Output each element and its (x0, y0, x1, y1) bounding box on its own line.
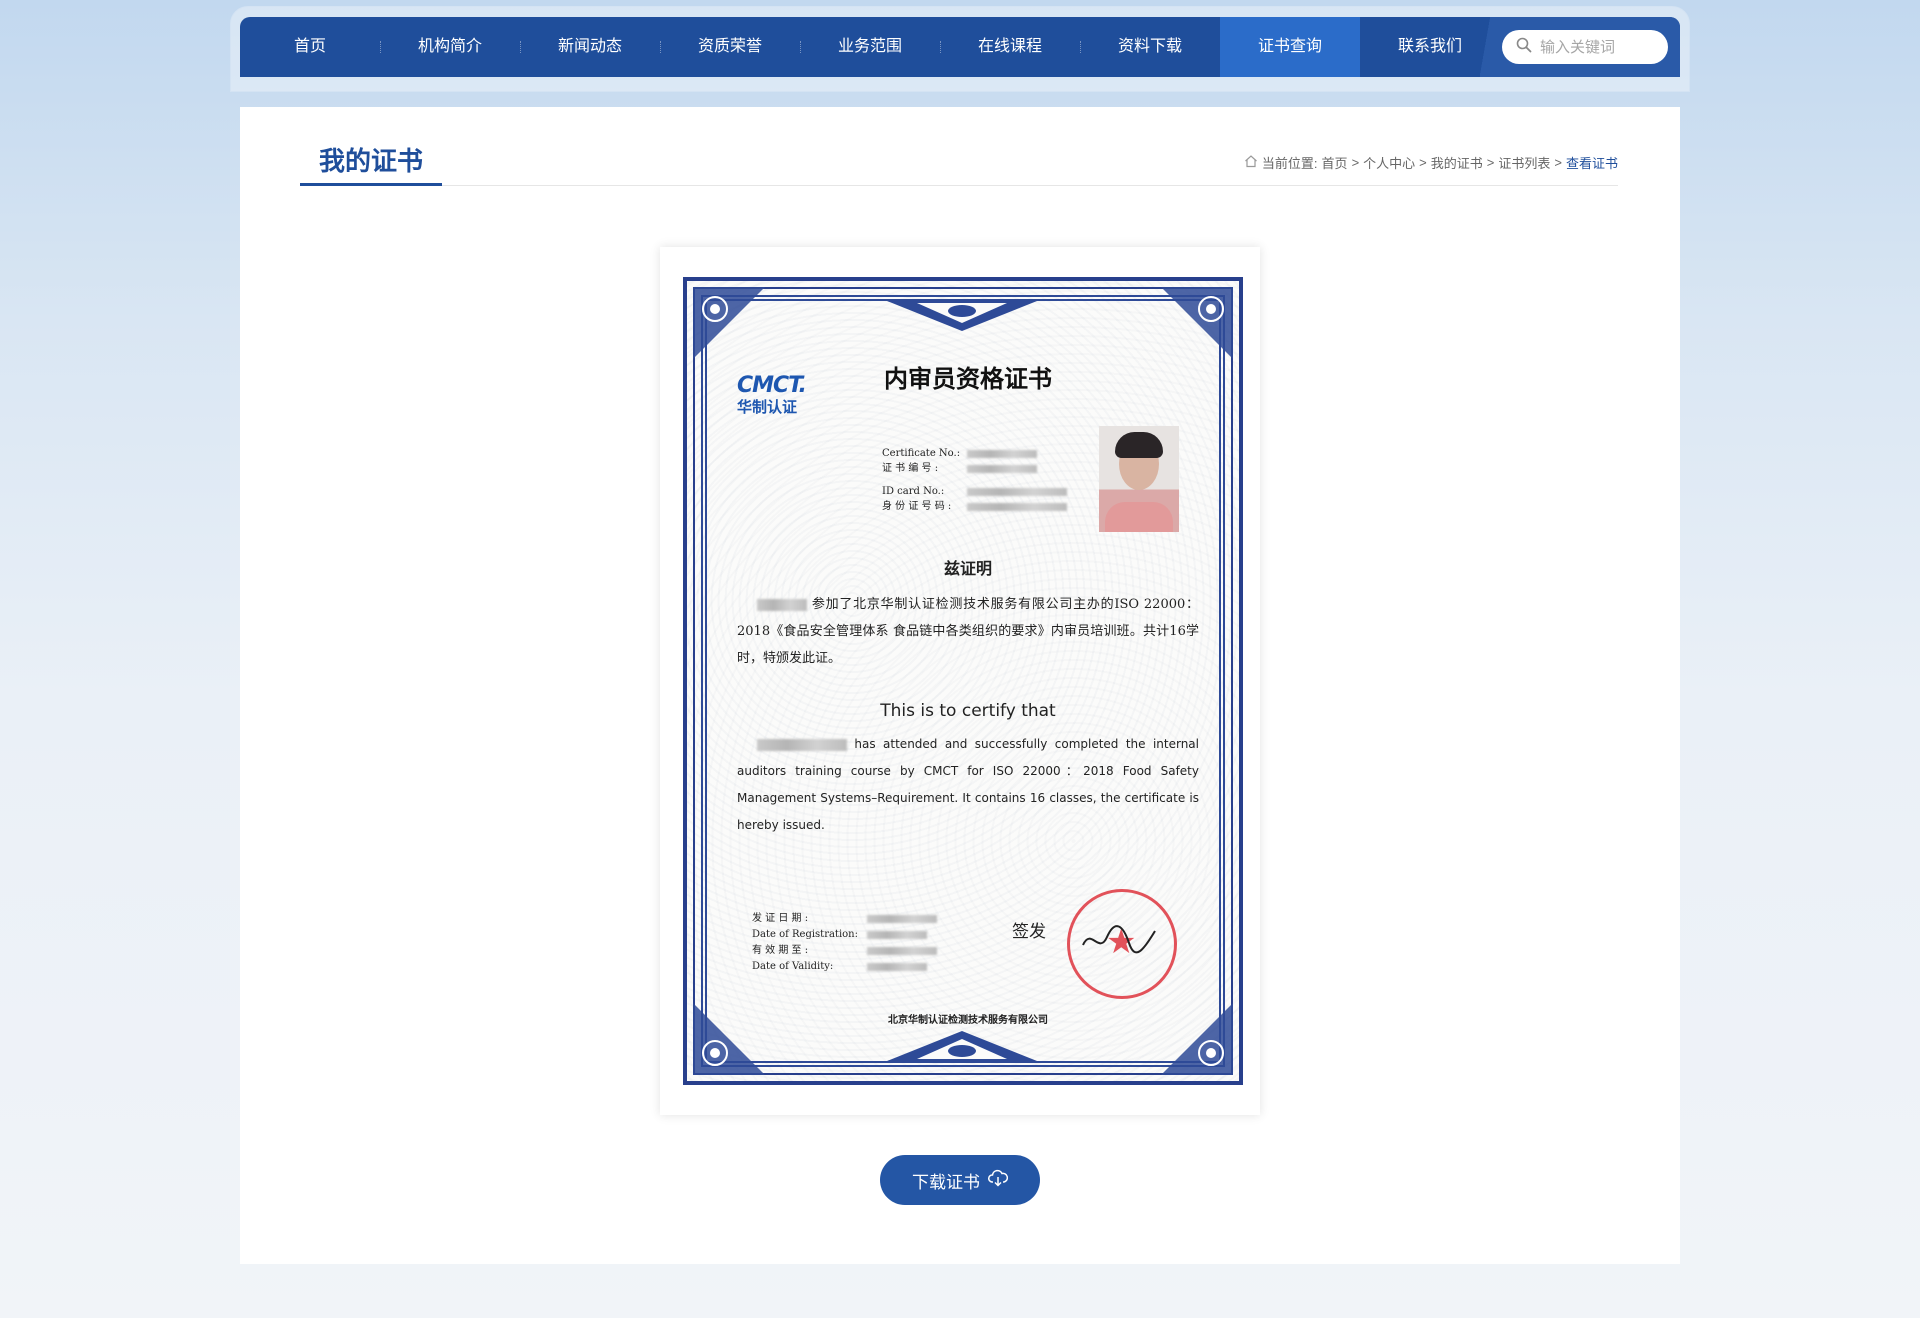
nav-item-contact[interactable]: 联系我们 (1360, 17, 1500, 77)
breadcrumb-separator: > (1554, 155, 1562, 170)
breadcrumb-certificate-list[interactable]: 证书列表 (1498, 153, 1550, 172)
cloud-download-icon (988, 1169, 1009, 1192)
breadcrumb-separator: > (1486, 155, 1495, 170)
nav-item-about[interactable]: 机构简介 (380, 17, 520, 77)
certificate-dates: 发 证 日 期 : Date of Registration: 有 效 期 至 … (752, 911, 937, 975)
breadcrumb-current: 查看证书 (1565, 156, 1618, 171)
breadcrumb-personal-center[interactable]: 个人中心 (1363, 153, 1415, 172)
breadcrumb: 当前位置: 首页 > 个人中心 > 我的证书 > 证书列表 > 查看证书 (1244, 153, 1618, 172)
body-text-en: has attended and successfully completed … (737, 737, 1199, 832)
holder-photo (1099, 426, 1179, 532)
breadcrumb-my-certificates[interactable]: 我的证书 (1431, 153, 1483, 172)
nav-item-home[interactable]: 首页 (240, 17, 380, 77)
issuer-name: 北京华制认证检测技术服务有限公司 (888, 1015, 1048, 1026)
search-icon[interactable] (1516, 37, 1532, 58)
certify-heading-en: This is to certify that (880, 701, 1056, 721)
certificate-body-en: has attended and successfully completed … (737, 731, 1199, 839)
redacted-value (967, 449, 1037, 458)
nav-item-certificate-query[interactable]: 证书查询 (1220, 17, 1360, 77)
certificate-card: CMCT. 华制认证 内审员资格证书 Certificate No.: 证 书 … (660, 247, 1260, 1115)
breadcrumb-separator: > (1419, 155, 1427, 170)
page-title: 我的证书 (300, 143, 442, 186)
id-label-cn: 身 份 证 号 码 : (882, 501, 952, 512)
redacted-name (757, 598, 807, 611)
photo-body (1105, 502, 1173, 532)
redacted-name (757, 738, 847, 751)
download-certificate-button[interactable]: 下载证书 (880, 1155, 1040, 1205)
download-button-label: 下载证书 (912, 1172, 980, 1192)
id-label-en: ID card No.: (882, 486, 945, 497)
redacted-value (867, 931, 927, 939)
certificate-body-cn: 参加了北京华制认证检测技术服务有限公司主办的ISO 22000：2018《食品安… (737, 591, 1199, 672)
search-input[interactable] (1540, 38, 1650, 56)
ornament-crest-icon (887, 1031, 1037, 1061)
nav-item-news[interactable]: 新闻动态 (520, 17, 660, 77)
nav-item-honors[interactable]: 资质荣誉 (660, 17, 800, 77)
validity-label-cn: 有 效 期 至 : (752, 945, 809, 956)
breadcrumb-prefix: 当前位置: (1261, 156, 1318, 171)
main-panel: 我的证书 当前位置: 首页 > 个人中心 > 我的证书 > 证书列表 > 查看证… (240, 107, 1680, 1264)
photo-hair (1115, 432, 1163, 458)
ornament-corner-icon (1161, 287, 1233, 359)
redacted-value (967, 487, 1067, 496)
home-icon (1244, 154, 1258, 171)
main-nav: 首页 机构简介 新闻动态 资质荣誉 业务范围 在线课程 资料下载 证书查询 联系… (240, 17, 1680, 77)
nav-item-business[interactable]: 业务范围 (800, 17, 940, 77)
nav-item-downloads[interactable]: 资料下载 (1080, 17, 1220, 77)
sign-label: 签发 (1012, 922, 1046, 942)
redacted-value (967, 502, 1067, 511)
page-header: 我的证书 当前位置: 首页 > 个人中心 > 我的证书 > 证书列表 > 查看证… (300, 143, 1618, 186)
certify-heading-cn: 兹证明 (943, 559, 992, 578)
nav-search-area (1480, 17, 1680, 77)
certificate-info: Certificate No.: 证 书 编 号 : ID card No.: … (882, 446, 1067, 514)
logo-text-cn: 华制认证 (737, 398, 798, 416)
ornament-crest-icon (887, 301, 1037, 331)
validity-label-en: Date of Validity: (752, 961, 834, 972)
cert-no-label-cn: 证 书 编 号 : (882, 463, 939, 474)
redacted-value (867, 947, 937, 955)
nav-item-courses[interactable]: 在线课程 (940, 17, 1080, 77)
cert-no-label-en: Certificate No.: (882, 448, 961, 459)
issue-date-label-cn: 发 证 日 期 : (752, 913, 809, 924)
certificate-title: 内审员资格证书 (884, 365, 1052, 393)
ornament-corner-icon (693, 287, 765, 359)
search-box (1502, 30, 1668, 64)
breadcrumb-home[interactable]: 首页 (1322, 153, 1348, 172)
redacted-value (867, 963, 927, 971)
certificate-image: CMCT. 华制认证 内审员资格证书 Certificate No.: 证 书 … (683, 277, 1243, 1085)
redacted-value (867, 915, 937, 923)
issue-date-label-en: Date of Registration: (752, 929, 858, 940)
redacted-value (967, 464, 1037, 473)
signature-icon (1082, 925, 1156, 954)
breadcrumb-separator: > (1351, 155, 1360, 170)
